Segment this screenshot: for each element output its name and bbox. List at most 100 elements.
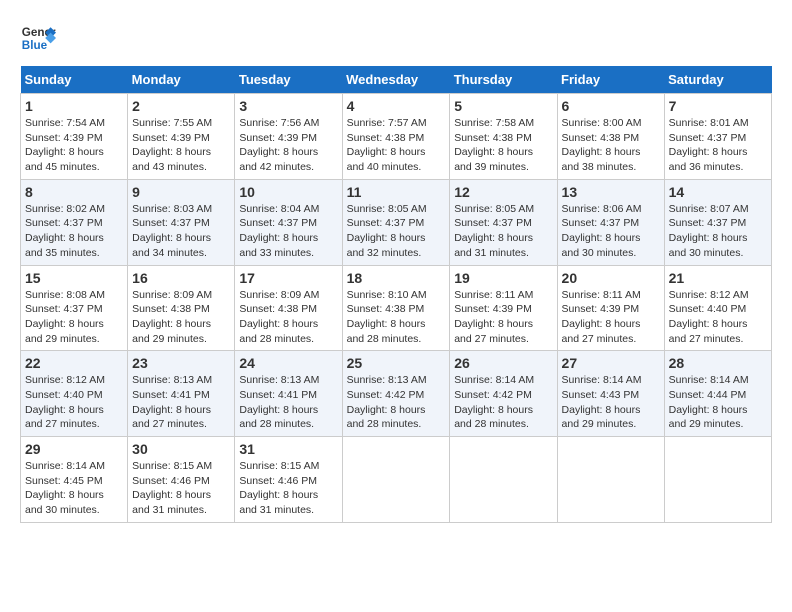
- day-info: Sunrise: 7:54 AMSunset: 4:39 PMDaylight:…: [25, 116, 123, 175]
- day-number: 2: [132, 98, 230, 114]
- calendar-week-row: 22 Sunrise: 8:12 AMSunset: 4:40 PMDayligh…: [21, 351, 772, 437]
- day-info: Sunrise: 8:11 AMSunset: 4:39 PMDaylight:…: [562, 288, 660, 347]
- day-info: Sunrise: 7:58 AMSunset: 4:38 PMDaylight:…: [454, 116, 552, 175]
- calendar-day-cell: [557, 437, 664, 523]
- day-number: 16: [132, 270, 230, 286]
- calendar-day-cell: 25 Sunrise: 8:13 AMSunset: 4:42 PMDayligh…: [342, 351, 450, 437]
- day-info: Sunrise: 8:11 AMSunset: 4:39 PMDaylight:…: [454, 288, 552, 347]
- calendar-day-cell: 3 Sunrise: 7:56 AMSunset: 4:39 PMDaylight…: [235, 94, 342, 180]
- day-info: Sunrise: 7:55 AMSunset: 4:39 PMDaylight:…: [132, 116, 230, 175]
- page-header: General Blue: [20, 20, 772, 56]
- calendar-day-cell: 6 Sunrise: 8:00 AMSunset: 4:38 PMDaylight…: [557, 94, 664, 180]
- calendar-day-cell: 30Sunrise: 8:15 AMSunset: 4:46 PMDayligh…: [128, 437, 235, 523]
- day-number: 7: [669, 98, 767, 114]
- day-info: Sunrise: 7:56 AMSunset: 4:39 PMDaylight:…: [239, 116, 337, 175]
- day-info: Sunrise: 8:14 AMSunset: 4:44 PMDaylight:…: [669, 373, 767, 432]
- day-info: Sunrise: 8:10 AMSunset: 4:38 PMDaylight:…: [347, 288, 446, 347]
- day-info: Sunrise: 8:14 AMSunset: 4:42 PMDaylight:…: [454, 373, 552, 432]
- calendar-day-cell: 17 Sunrise: 8:09 AMSunset: 4:38 PMDayligh…: [235, 265, 342, 351]
- calendar-day-cell: 26 Sunrise: 8:14 AMSunset: 4:42 PMDayligh…: [450, 351, 557, 437]
- calendar-day-cell: [342, 437, 450, 523]
- day-number: 24: [239, 355, 337, 371]
- calendar-day-cell: 24 Sunrise: 8:13 AMSunset: 4:41 PMDayligh…: [235, 351, 342, 437]
- calendar-day-cell: 15Sunrise: 8:08 AMSunset: 4:37 PMDayligh…: [21, 265, 128, 351]
- calendar-day-cell: [664, 437, 771, 523]
- day-number: 29: [25, 441, 123, 457]
- calendar-day-cell: 1Sunrise: 7:54 AMSunset: 4:39 PMDaylight…: [21, 94, 128, 180]
- day-info: Sunrise: 8:08 AMSunset: 4:37 PMDaylight:…: [25, 288, 123, 347]
- calendar-day-cell: 13 Sunrise: 8:06 AMSunset: 4:37 PMDayligh…: [557, 179, 664, 265]
- calendar-day-cell: 18 Sunrise: 8:10 AMSunset: 4:38 PMDayligh…: [342, 265, 450, 351]
- calendar-day-cell: 27 Sunrise: 8:14 AMSunset: 4:43 PMDayligh…: [557, 351, 664, 437]
- day-number: 20: [562, 270, 660, 286]
- day-info: Sunrise: 8:00 AMSunset: 4:38 PMDaylight:…: [562, 116, 660, 175]
- day-info: Sunrise: 8:01 AMSunset: 4:37 PMDaylight:…: [669, 116, 767, 175]
- day-info: Sunrise: 8:12 AMSunset: 4:40 PMDaylight:…: [669, 288, 767, 347]
- day-number: 8: [25, 184, 123, 200]
- day-number: 6: [562, 98, 660, 114]
- calendar-day-cell: 2 Sunrise: 7:55 AMSunset: 4:39 PMDaylight…: [128, 94, 235, 180]
- day-number: 25: [347, 355, 446, 371]
- calendar-day-cell: 5 Sunrise: 7:58 AMSunset: 4:38 PMDaylight…: [450, 94, 557, 180]
- day-number: 28: [669, 355, 767, 371]
- day-info: Sunrise: 8:13 AMSunset: 4:42 PMDaylight:…: [347, 373, 446, 432]
- day-number: 4: [347, 98, 446, 114]
- day-info: Sunrise: 8:07 AMSunset: 4:37 PMDaylight:…: [669, 202, 767, 261]
- calendar-header-row: SundayMondayTuesdayWednesdayThursdayFrid…: [21, 66, 772, 94]
- day-info: Sunrise: 8:03 AMSunset: 4:37 PMDaylight:…: [132, 202, 230, 261]
- day-number: 19: [454, 270, 552, 286]
- day-info: Sunrise: 8:06 AMSunset: 4:37 PMDaylight:…: [562, 202, 660, 261]
- calendar-day-cell: 4Sunrise: 7:57 AMSunset: 4:38 PMDaylight…: [342, 94, 450, 180]
- calendar-day-cell: 21Sunrise: 8:12 AMSunset: 4:40 PMDayligh…: [664, 265, 771, 351]
- calendar-day-cell: 9 Sunrise: 8:03 AMSunset: 4:37 PMDaylight…: [128, 179, 235, 265]
- day-number: 5: [454, 98, 552, 114]
- day-number: 10: [239, 184, 337, 200]
- day-number: 14: [669, 184, 767, 200]
- calendar-week-row: 15Sunrise: 8:08 AMSunset: 4:37 PMDayligh…: [21, 265, 772, 351]
- day-info: Sunrise: 8:09 AMSunset: 4:38 PMDaylight:…: [239, 288, 337, 347]
- calendar-day-cell: 29Sunrise: 8:14 AMSunset: 4:45 PMDayligh…: [21, 437, 128, 523]
- logo: General Blue: [20, 20, 56, 56]
- day-info: Sunrise: 8:04 AMSunset: 4:37 PMDaylight:…: [239, 202, 337, 261]
- weekday-header-sunday: Sunday: [21, 66, 128, 94]
- calendar-day-cell: 28 Sunrise: 8:14 AMSunset: 4:44 PMDayligh…: [664, 351, 771, 437]
- day-number: 12: [454, 184, 552, 200]
- day-number: 18: [347, 270, 446, 286]
- calendar-day-cell: 22 Sunrise: 8:12 AMSunset: 4:40 PMDayligh…: [21, 351, 128, 437]
- calendar-day-cell: 10 Sunrise: 8:04 AMSunset: 4:37 PMDayligh…: [235, 179, 342, 265]
- day-info: Sunrise: 8:13 AMSunset: 4:41 PMDaylight:…: [239, 373, 337, 432]
- weekday-header-wednesday: Wednesday: [342, 66, 450, 94]
- calendar-day-cell: 11 Sunrise: 8:05 AMSunset: 4:37 PMDayligh…: [342, 179, 450, 265]
- day-number: 31: [239, 441, 337, 457]
- weekday-header-thursday: Thursday: [450, 66, 557, 94]
- calendar-day-cell: 31 Sunrise: 8:15 AMSunset: 4:46 PMDayligh…: [235, 437, 342, 523]
- day-number: 11: [347, 184, 446, 200]
- day-info: Sunrise: 8:13 AMSunset: 4:41 PMDaylight:…: [132, 373, 230, 432]
- calendar-day-cell: 16 Sunrise: 8:09 AMSunset: 4:38 PMDayligh…: [128, 265, 235, 351]
- day-info: Sunrise: 8:05 AMSunset: 4:37 PMDaylight:…: [454, 202, 552, 261]
- day-number: 30: [132, 441, 230, 457]
- day-number: 22: [25, 355, 123, 371]
- calendar-day-cell: 12 Sunrise: 8:05 AMSunset: 4:37 PMDayligh…: [450, 179, 557, 265]
- day-info: Sunrise: 8:15 AMSunset: 4:46 PMDaylight:…: [239, 459, 337, 518]
- day-info: Sunrise: 8:14 AMSunset: 4:43 PMDaylight:…: [562, 373, 660, 432]
- weekday-header-monday: Monday: [128, 66, 235, 94]
- day-number: 3: [239, 98, 337, 114]
- day-number: 26: [454, 355, 552, 371]
- day-info: Sunrise: 8:05 AMSunset: 4:37 PMDaylight:…: [347, 202, 446, 261]
- calendar-day-cell: [450, 437, 557, 523]
- calendar-day-cell: 14 Sunrise: 8:07 AMSunset: 4:37 PMDayligh…: [664, 179, 771, 265]
- calendar-day-cell: 20 Sunrise: 8:11 AMSunset: 4:39 PMDayligh…: [557, 265, 664, 351]
- calendar-day-cell: 19 Sunrise: 8:11 AMSunset: 4:39 PMDayligh…: [450, 265, 557, 351]
- calendar-day-cell: 8Sunrise: 8:02 AMSunset: 4:37 PMDaylight…: [21, 179, 128, 265]
- day-info: Sunrise: 8:12 AMSunset: 4:40 PMDaylight:…: [25, 373, 123, 432]
- calendar-week-row: 1Sunrise: 7:54 AMSunset: 4:39 PMDaylight…: [21, 94, 772, 180]
- day-number: 17: [239, 270, 337, 286]
- weekday-header-saturday: Saturday: [664, 66, 771, 94]
- day-number: 27: [562, 355, 660, 371]
- weekday-header-friday: Friday: [557, 66, 664, 94]
- day-info: Sunrise: 8:09 AMSunset: 4:38 PMDaylight:…: [132, 288, 230, 347]
- calendar-day-cell: 23Sunrise: 8:13 AMSunset: 4:41 PMDayligh…: [128, 351, 235, 437]
- day-number: 13: [562, 184, 660, 200]
- day-number: 9: [132, 184, 230, 200]
